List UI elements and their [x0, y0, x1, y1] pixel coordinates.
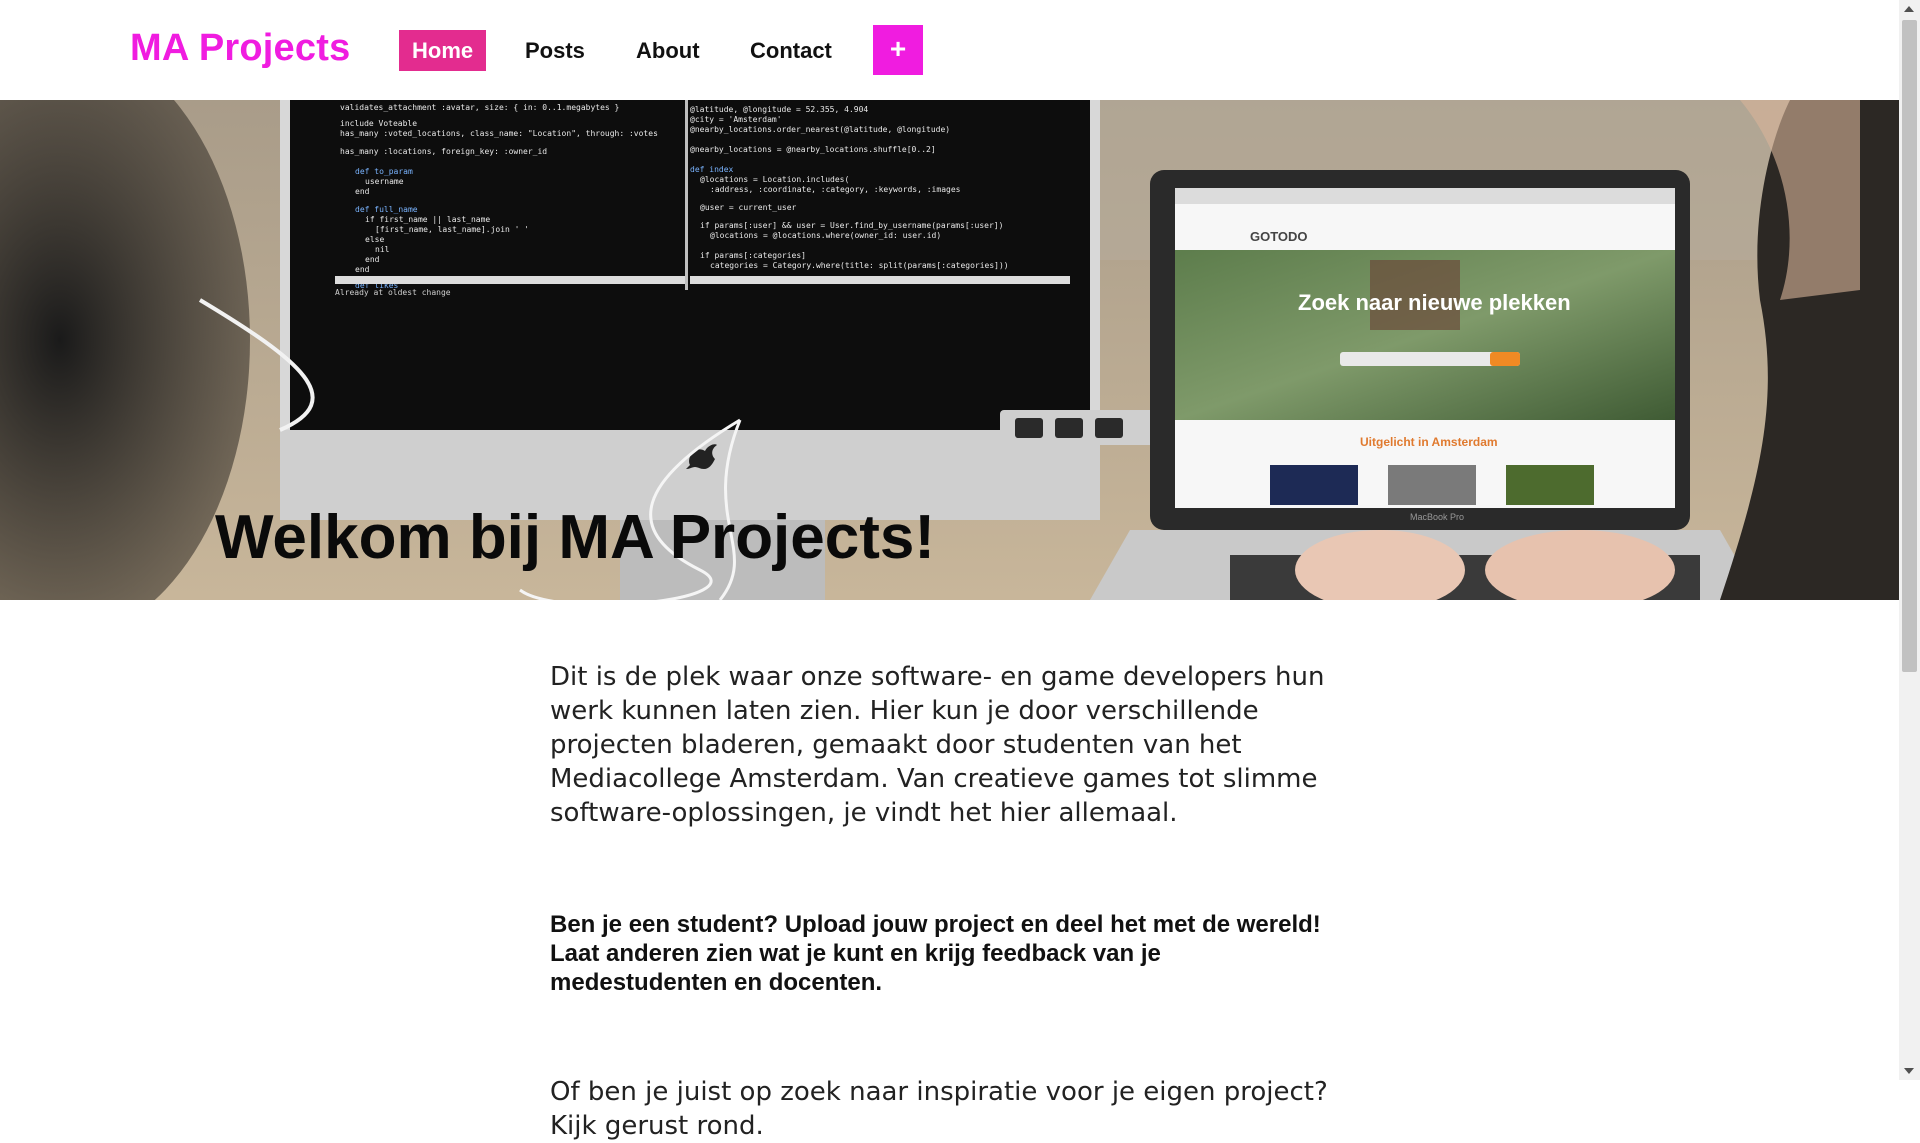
- add-post-button[interactable]: +: [873, 25, 923, 75]
- svg-text:@city = 'Amsterdam': @city = 'Amsterdam': [690, 115, 782, 124]
- svg-text:Already at oldest change: Already at oldest change: [335, 288, 451, 297]
- svg-text:@user = current_user: @user = current_user: [700, 203, 797, 212]
- svg-text:@locations = Location.includes: @locations = Location.includes(: [700, 175, 849, 184]
- svg-text:categories = Category.where(ti: categories = Category.where(title: split…: [710, 261, 1009, 270]
- student-cta-text: Ben je een student? Upload jouw project …: [550, 911, 1321, 996]
- svg-text:@locations = @locations.where(: @locations = @locations.where(owner_id: …: [710, 231, 941, 240]
- svg-text:end: end: [365, 255, 380, 264]
- scroll-down-arrow-icon[interactable]: [1904, 1068, 1914, 1074]
- svg-text:[first_name, last_name].join ': [first_name, last_name].join ' ': [375, 225, 529, 234]
- svg-text:MacBook Pro: MacBook Pro: [1410, 512, 1464, 522]
- scroll-up-arrow-icon[interactable]: [1904, 6, 1914, 12]
- hero-title: Welkom bij MA Projects!: [215, 503, 936, 572]
- svg-text:@nearby_locations = @nearby_lo: @nearby_locations = @nearby_locations.sh…: [690, 145, 936, 154]
- svg-text:validates_attachment :avatar,: validates_attachment :avatar, size: { in…: [340, 103, 619, 112]
- nav-home[interactable]: Home: [399, 30, 487, 71]
- svg-text:GOTODO: GOTODO: [1250, 229, 1308, 244]
- svg-text:has_many :voted_locations, cla: has_many :voted_locations, class_name: "…: [340, 129, 658, 138]
- nav-about[interactable]: About: [623, 30, 713, 71]
- svg-text:username: username: [365, 177, 404, 186]
- svg-text:Zoek naar nieuwe plekken: Zoek naar nieuwe plekken: [1298, 290, 1571, 315]
- svg-text:if first_name || last_name: if first_name || last_name: [365, 215, 490, 224]
- page-scrollbar[interactable]: [1899, 0, 1920, 1080]
- site-logo[interactable]: MA Projects: [130, 27, 350, 70]
- svg-text:Uitgelicht in Amsterdam: Uitgelicht in Amsterdam: [1360, 435, 1498, 449]
- svg-text:@latitude, @longitude = 52.355: @latitude, @longitude = 52.355, 4.904: [690, 105, 868, 114]
- svg-text:end: end: [355, 265, 370, 274]
- nav-contact[interactable]: Contact: [737, 30, 845, 71]
- svg-text:else: else: [365, 235, 384, 244]
- svg-text:if params[:categories]: if params[:categories]: [700, 251, 806, 260]
- svg-text:@nearby_locations.order_neares: @nearby_locations.order_nearest(@latitud…: [690, 125, 950, 134]
- hero-banner: validates_attachment :avatar, size: { in…: [0, 100, 1899, 600]
- svg-text:def index: def index: [690, 165, 734, 174]
- site-header: MA Projects Home Posts About Contact +: [0, 0, 1899, 100]
- nav-posts[interactable]: Posts: [512, 30, 598, 71]
- svg-text:include Voteable: include Voteable: [340, 119, 417, 128]
- scroll-thumb[interactable]: [1902, 20, 1917, 672]
- svg-text:has_many :locations, foreign_k: has_many :locations, foreign_key: :owner…: [340, 147, 547, 156]
- svg-text:end: end: [355, 187, 370, 196]
- main-content: Dit is de plek waar onze software- en ga…: [550, 660, 1340, 1143]
- svg-text:def full_name: def full_name: [355, 205, 418, 214]
- inspiration-text: Of ben je juist op zoek naar inspiratie …: [550, 1077, 1328, 1141]
- svg-text:def to_param: def to_param: [355, 167, 413, 176]
- svg-text:nil: nil: [375, 245, 390, 254]
- laptop: GOTODO Zoek naar nieuwe plekken Uitgelic…: [1090, 170, 1760, 600]
- svg-text:if params[:user] && user = Use: if params[:user] && user = User.find_by_…: [700, 221, 1003, 230]
- intro-text: Dit is de plek waar onze software- en ga…: [550, 662, 1325, 828]
- svg-text::address, :coordinate, :catego: :address, :coordinate, :category, :keywo…: [710, 185, 961, 194]
